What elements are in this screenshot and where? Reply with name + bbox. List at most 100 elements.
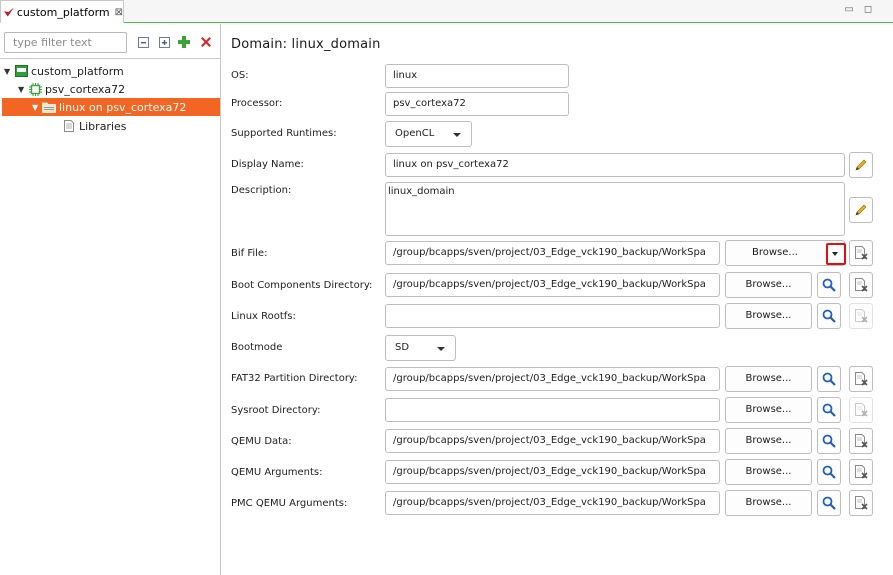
tab-custom-platform[interactable]: custom_platform ⊠ bbox=[0, 0, 124, 23]
bootmode-select[interactable]: SD bbox=[385, 335, 456, 361]
domain-folder-icon bbox=[42, 101, 56, 114]
clear-qemu-data-button[interactable] bbox=[849, 428, 873, 454]
runtimes-label: Supported Runtimes: bbox=[231, 128, 337, 139]
clear-file-icon bbox=[855, 246, 868, 260]
tab-close-icon[interactable]: ⊠ bbox=[115, 7, 123, 18]
clear-file-icon bbox=[855, 465, 868, 479]
bootmode-select-value: SD bbox=[395, 342, 410, 353]
expanded-arrow-icon[interactable]: ▼ bbox=[32, 103, 42, 112]
search-icon bbox=[822, 496, 836, 510]
fat32-browse-button[interactable]: Browse... bbox=[725, 366, 812, 392]
qemu-args-browse-button[interactable]: Browse... bbox=[725, 459, 812, 485]
platform-icon bbox=[14, 65, 28, 78]
runtimes-select[interactable]: OpenCL bbox=[385, 121, 472, 147]
maximize-icon[interactable]: ◻ bbox=[862, 4, 874, 16]
sysroot-search-button[interactable] bbox=[817, 397, 841, 423]
description-label: Description: bbox=[231, 185, 292, 196]
chevron-down-icon bbox=[453, 133, 461, 137]
page-title: Domain: linux_domain bbox=[231, 37, 381, 52]
tree-item-label: linux on psv_cortexa72 bbox=[59, 100, 187, 114]
search-icon bbox=[822, 372, 836, 386]
clear-file-icon bbox=[855, 372, 868, 386]
sysroot-label: Sysroot Directory: bbox=[231, 405, 321, 416]
tree-item-psv-cortexa72[interactable]: ▼ psv_cortexa72 bbox=[18, 80, 218, 98]
tree-item-custom-platform[interactable]: ▼ custom_platform bbox=[4, 62, 220, 80]
filter-input[interactable]: type filter text bbox=[4, 32, 127, 53]
search-icon bbox=[822, 309, 836, 323]
search-icon bbox=[822, 465, 836, 479]
clear-qemu-args-button[interactable] bbox=[849, 459, 873, 485]
clear-fat32-button[interactable] bbox=[849, 366, 873, 392]
boot-dir-search-button[interactable] bbox=[817, 272, 841, 298]
qemu-args-label: QEMU Arguments: bbox=[231, 467, 323, 478]
clear-sysroot-button[interactable] bbox=[849, 397, 873, 423]
display-name-label: Display Name: bbox=[231, 159, 304, 170]
bif-file-field[interactable]: /group/bcapps/sven/project/03_Edge_vck19… bbox=[385, 241, 720, 265]
qemu-data-field[interactable]: /group/bcapps/sven/project/03_Edge_vck19… bbox=[385, 429, 720, 453]
clear-file-icon bbox=[855, 403, 868, 417]
processor-label: Processor: bbox=[231, 98, 283, 109]
os-field[interactable]: linux bbox=[385, 64, 569, 88]
bootmode-label: Bootmode bbox=[231, 342, 283, 353]
display-name-field[interactable]: linux on psv_cortexa72 bbox=[385, 153, 845, 177]
pmc-qemu-args-search-button[interactable] bbox=[817, 490, 841, 516]
tree-item-libraries[interactable]: Libraries bbox=[62, 117, 212, 135]
remove-icon[interactable] bbox=[199, 35, 213, 49]
edit-display-name-button[interactable] bbox=[849, 152, 873, 178]
description-textarea[interactable]: linux_domain bbox=[385, 182, 845, 236]
bif-file-label: Bif File: bbox=[231, 248, 268, 259]
runtimes-select-value: OpenCL bbox=[395, 128, 435, 139]
pmc-qemu-args-label: PMC QEMU Arguments: bbox=[231, 498, 348, 509]
libraries-icon bbox=[62, 120, 76, 133]
tree-item-label: custom_platform bbox=[31, 64, 124, 78]
clear-file-icon bbox=[855, 309, 868, 323]
sysroot-browse-button[interactable]: Browse... bbox=[725, 397, 812, 423]
fat32-field[interactable]: /group/bcapps/sven/project/03_Edge_vck19… bbox=[385, 367, 720, 391]
minimize-icon[interactable]: ▭ bbox=[843, 4, 855, 16]
clear-bif-button[interactable] bbox=[849, 240, 873, 266]
tree-item-label: psv_cortexa72 bbox=[45, 82, 126, 96]
boot-dir-browse-button[interactable]: Browse... bbox=[725, 272, 812, 298]
tab-title: custom_platform bbox=[16, 5, 110, 19]
qemu-args-field[interactable]: /group/bcapps/sven/project/03_Edge_vck19… bbox=[385, 460, 720, 484]
pmc-qemu-args-browse-button[interactable]: Browse... bbox=[725, 490, 812, 516]
qemu-data-browse-button[interactable]: Browse... bbox=[725, 428, 812, 454]
clear-file-icon bbox=[855, 434, 868, 448]
clear-file-icon bbox=[855, 278, 868, 292]
rootfs-search-button[interactable] bbox=[817, 303, 841, 329]
expand-all-icon[interactable] bbox=[157, 35, 171, 49]
boot-dir-field[interactable]: /group/bcapps/sven/project/03_Edge_vck19… bbox=[385, 273, 720, 297]
rootfs-browse-button[interactable]: Browse... bbox=[725, 303, 812, 329]
qemu-args-search-button[interactable] bbox=[817, 459, 841, 485]
pencil-icon bbox=[855, 204, 867, 216]
bif-browse-label: Browse... bbox=[752, 247, 798, 258]
rootfs-field[interactable] bbox=[385, 304, 720, 328]
fat32-search-button[interactable] bbox=[817, 366, 841, 392]
expanded-arrow-icon[interactable]: ▼ bbox=[4, 67, 14, 76]
pencil-icon bbox=[855, 159, 867, 171]
fat32-label: FAT32 Partition Directory: bbox=[231, 373, 358, 384]
tree-item-linux-domain[interactable]: ▼ linux on psv_cortexa72 bbox=[2, 98, 220, 116]
platform-tree-pane: type filter text ▼ custom_platform ▼ psv… bbox=[0, 24, 221, 575]
processor-field[interactable]: psv_cortexa72 bbox=[385, 92, 569, 116]
search-icon bbox=[822, 434, 836, 448]
clear-pmc-qemu-args-button[interactable] bbox=[849, 490, 873, 516]
clear-rootfs-button[interactable] bbox=[849, 303, 873, 329]
editor-tab-strip: custom_platform ⊠ ▭ ◻ bbox=[0, 0, 893, 23]
qemu-data-label: QEMU Data: bbox=[231, 436, 292, 447]
processor-icon bbox=[28, 82, 42, 96]
qemu-data-search-button[interactable] bbox=[817, 428, 841, 454]
tree-separator bbox=[0, 58, 220, 59]
chevron-down-icon[interactable] bbox=[832, 252, 838, 256]
clear-boot-dir-button[interactable] bbox=[849, 272, 873, 298]
boot-dir-label: Boot Components Directory: bbox=[231, 280, 373, 291]
chevron-down-icon bbox=[437, 347, 445, 351]
add-icon[interactable] bbox=[177, 35, 191, 49]
clear-file-icon bbox=[855, 496, 868, 510]
edit-description-button[interactable] bbox=[849, 197, 873, 223]
expanded-arrow-icon[interactable]: ▼ bbox=[18, 85, 28, 94]
xilinx-logo-icon bbox=[4, 7, 14, 17]
pmc-qemu-args-field[interactable]: /group/bcapps/sven/project/03_Edge_vck19… bbox=[385, 491, 720, 515]
sysroot-field[interactable] bbox=[385, 398, 720, 422]
collapse-all-icon[interactable] bbox=[136, 35, 150, 49]
